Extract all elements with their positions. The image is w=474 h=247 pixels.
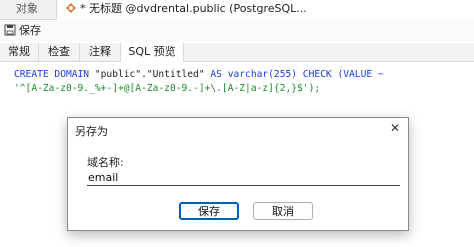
tab-general[interactable]: 常规 [0,43,39,61]
tab-query-label: * 无标题 @dvdrental.public (PostgreSQL... [80,2,307,15]
tab-objects[interactable]: 对象 [0,0,54,19]
toolbar: 保存 [0,20,474,42]
cancel-button[interactable]: 取消 [253,202,313,220]
sql-domain-name: "public"."Untitled" [89,69,211,80]
sql-check-clause: AS varchar(255) CHECK (VALUE ~ [210,69,384,80]
sql-preview: CREATE DOMAIN "public"."Untitled" AS var… [14,68,470,96]
close-icon[interactable]: ✕ [388,121,402,135]
domain-icon [66,3,76,13]
save-icon [4,24,16,36]
save-toolbar-label: 保存 [19,24,41,37]
tab-comment[interactable]: 注释 [80,43,121,61]
dialog-title: 另存为 [75,125,108,138]
tab-query[interactable]: * 无标题 @dvdrental.public (PostgreSQL... [56,0,474,20]
domain-name-input[interactable] [87,170,400,186]
tab-bar: 对象 * 无标题 @dvdrental.public (PostgreSQL..… [0,0,474,20]
tab-check[interactable]: 检查 [39,43,80,61]
save-toolbar-button[interactable]: 保存 [4,23,41,39]
sql-keyword: CREATE DOMAIN [14,69,90,80]
tab-sql-preview[interactable]: SQL 预览 [121,43,184,62]
sql-regex: '^[A-Za-z0-9._%+-]+@[A-Za-z0-9.-]+\.[A-Z… [14,83,321,94]
domain-name-label: 域名称: [87,156,124,169]
sub-tab-bar: 常规 检查 注释 SQL 预览 [0,43,474,62]
save-as-dialog: 另存为 ✕ 域名称: 保存 取消 [67,117,409,231]
save-button[interactable]: 保存 [179,202,239,220]
